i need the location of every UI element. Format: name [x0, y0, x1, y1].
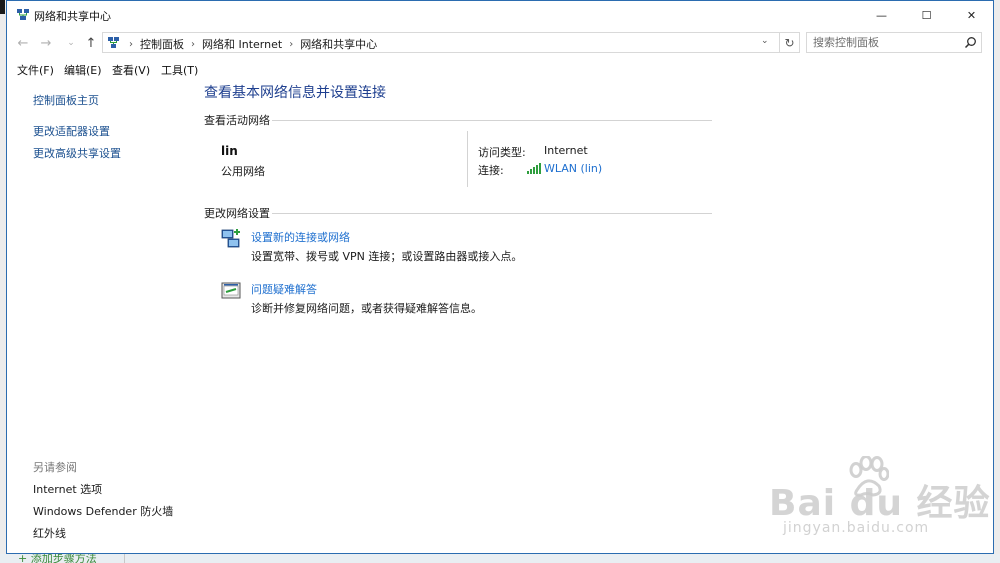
network-divider	[467, 131, 468, 187]
network-name: lin	[221, 144, 238, 158]
close-icon: ✕	[966, 8, 977, 22]
change-settings-heading: 更改网络设置	[204, 207, 270, 220]
sidebar-change-adapter-settings[interactable]: 更改适配器设置	[33, 123, 110, 139]
menu-bar: 文件(F) 编辑(E) 查看(V) 工具(T)	[7, 59, 993, 79]
setup-new-connection-link[interactable]: 设置新的连接或网络	[251, 229, 350, 245]
breadcrumb-separator: ›	[129, 38, 133, 50]
see-also-heading: 另请参阅	[33, 461, 77, 474]
access-type-label: 访问类型:	[478, 146, 526, 159]
chevron-down-icon: ⌄	[67, 38, 75, 48]
menu-view[interactable]: 查看(V)	[112, 62, 150, 78]
control-panel-icon	[108, 37, 119, 48]
setup-new-connection-description: 设置宽带、拨号或 VPN 连接；或设置路由器或接入点。	[251, 250, 523, 263]
watermark-logo-text: Bai du 经验	[769, 483, 991, 524]
troubleshoot-problems-description: 诊断并修复网络问题，或者获得疑难解答信息。	[251, 302, 482, 315]
breadcrumb: › 控制面板 › 网络和 Internet › 网络和共享中心	[129, 36, 377, 52]
see-also-internet-options[interactable]: Internet 选项	[33, 481, 102, 497]
address-dropdown-icon[interactable]: ⌄	[761, 36, 769, 46]
troubleshoot-problems-link[interactable]: 问题疑难解答	[251, 281, 317, 297]
arrow-right-icon: →	[40, 35, 52, 51]
title-bar[interactable]: 网络和共享中心 — ☐ ✕	[7, 1, 993, 29]
search-icon[interactable]	[964, 36, 977, 49]
wlan-connection-link[interactable]: WLAN (lin)	[544, 162, 602, 175]
menu-edit[interactable]: 编辑(E)	[64, 62, 102, 78]
desktop-edge	[0, 0, 5, 14]
active-networks-heading: 查看活动网络	[204, 114, 270, 127]
arrow-up-icon: ↑	[85, 35, 97, 51]
connections-label: 连接:	[478, 164, 504, 177]
section-divider	[272, 120, 712, 121]
background-window-fragment: + 添加步骤方法	[0, 554, 1000, 563]
fragment-divider	[124, 554, 125, 563]
access-type-value: Internet	[544, 144, 588, 157]
forward-button[interactable]: →	[38, 35, 54, 51]
network-category[interactable]: 公用网络	[221, 163, 265, 179]
see-also-windows-defender-firewall[interactable]: Windows Defender 防火墙	[33, 503, 173, 519]
address-bar[interactable]: › 控制面板 › 网络和 Internet › 网络和共享中心 ⌄	[102, 32, 780, 53]
troubleshoot-icon	[221, 282, 241, 299]
refresh-button[interactable]: ↻	[780, 32, 800, 53]
breadcrumb-control-panel[interactable]: 控制面板	[140, 36, 184, 52]
refresh-icon: ↻	[784, 35, 795, 50]
search-input[interactable]	[813, 35, 961, 50]
see-also-infrared[interactable]: 红外线	[33, 525, 66, 541]
sidebar-change-advanced-sharing[interactable]: 更改高级共享设置	[33, 145, 121, 161]
menu-file[interactable]: 文件(F)	[17, 62, 54, 78]
up-button[interactable]: ↑	[83, 35, 99, 51]
wifi-signal-icon	[527, 163, 541, 174]
breadcrumb-separator: ›	[191, 38, 195, 50]
arrow-left-icon: ←	[17, 35, 29, 51]
navigation-bar: ← → ⌄ ↑ › 控制面板 › 网络和 Internet › 网络和共享中心 …	[7, 31, 993, 55]
sidebar-control-panel-home[interactable]: 控制面板主页	[33, 92, 99, 108]
recent-locations-button[interactable]: ⌄	[63, 35, 79, 51]
window-title: 网络和共享中心	[34, 10, 111, 23]
minimize-button[interactable]: —	[859, 1, 904, 29]
page-title: 查看基本网络信息并设置连接	[204, 85, 386, 101]
breadcrumb-network-internet[interactable]: 网络和 Internet	[202, 36, 282, 52]
maximize-button[interactable]: ☐	[904, 1, 949, 29]
control-panel-window: 网络和共享中心 — ☐ ✕ ← → ⌄ ↑ › 控制面板 › 网络和 Inter…	[6, 0, 994, 554]
add-step-method-text: + 添加步骤方法	[18, 554, 97, 563]
close-button[interactable]: ✕	[949, 1, 993, 29]
new-connection-icon	[221, 229, 240, 248]
breadcrumb-network-sharing-center[interactable]: 网络和共享中心	[300, 36, 377, 52]
menu-tools[interactable]: 工具(T)	[161, 62, 198, 78]
back-button[interactable]: ←	[15, 35, 31, 51]
breadcrumb-separator: ›	[289, 38, 294, 50]
baidu-watermark: Bai du 经验 jingyan.baidu.com	[769, 456, 993, 546]
network-icon	[17, 9, 29, 20]
section-divider	[272, 213, 712, 214]
minimize-icon: —	[876, 8, 887, 22]
watermark-url: jingyan.baidu.com	[783, 520, 930, 536]
search-box[interactable]	[806, 32, 982, 53]
maximize-icon: ☐	[921, 8, 932, 22]
